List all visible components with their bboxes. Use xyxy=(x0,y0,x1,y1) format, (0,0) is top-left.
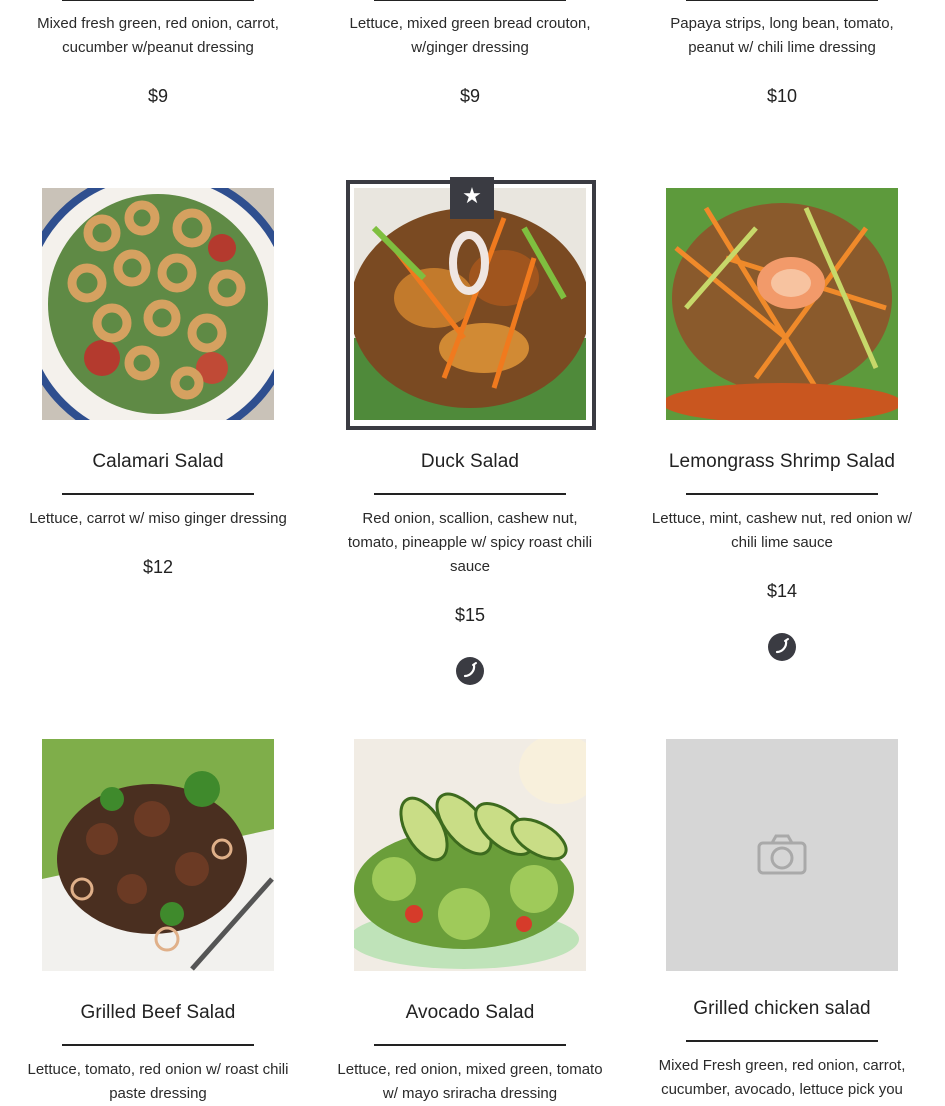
item-name: Calamari Salad xyxy=(92,451,224,472)
item-name: Grilled Beef Salad xyxy=(80,1002,236,1023)
lemongrass-shrimp-salad-photo[interactable] xyxy=(666,188,898,420)
item-price: $12 xyxy=(142,557,174,577)
menu-item-grilled-beef[interactable]: Grilled Beef Salad xyxy=(2,1002,314,1024)
item-details: Lettuce, red onion, mixed green, tomato … xyxy=(314,1058,626,1106)
chili-pepper-icon xyxy=(456,657,484,685)
top-divider-1 xyxy=(62,0,254,1)
item-description: Lettuce, carrot w/ miso ginger dressing xyxy=(29,510,287,527)
item-price: $14 xyxy=(766,581,798,601)
item-description: Red onion, scallion, cashew nut, tomato,… xyxy=(347,510,593,575)
item-description: Lettuce, tomato, red onion w/ roast chil… xyxy=(27,1061,289,1102)
menu-item-avocado[interactable]: Avocado Salad xyxy=(314,1002,626,1024)
item-name: Duck Salad xyxy=(420,451,520,472)
camera-placeholder-icon[interactable] xyxy=(666,739,898,971)
calamari-salad-photo[interactable] xyxy=(42,188,274,420)
item-divider xyxy=(62,1044,254,1046)
menu-item-calamari[interactable]: Calamari Salad xyxy=(2,451,314,473)
duck-salad-photo[interactable] xyxy=(354,188,586,420)
item-name: Avocado Salad xyxy=(405,1002,535,1023)
item-description: Mixed fresh green, red onion, carrot, cu… xyxy=(37,15,279,56)
item-divider xyxy=(686,493,878,495)
item-description: Lettuce, mixed green bread crouton, w/gi… xyxy=(349,15,591,56)
menu-item-duck[interactable]: Duck Salad xyxy=(314,451,626,473)
item-details: Lettuce, tomato, red onion w/ roast chil… xyxy=(2,1058,314,1106)
item-name: Grilled chicken salad xyxy=(693,998,871,1019)
item-price: $10 xyxy=(766,86,798,106)
item-description: Lettuce, mint, cashew nut, red onion w/ … xyxy=(651,510,913,551)
item-price: $15 xyxy=(454,605,486,625)
chili-pepper-icon xyxy=(768,633,796,661)
item-description: Lettuce, red onion, mixed green, tomato … xyxy=(337,1061,603,1102)
item-description: Mixed Fresh green, red onion, carrot, cu… xyxy=(658,1057,906,1098)
menu-item-top-1[interactable]: Mixed fresh green, red onion, carrot, cu… xyxy=(2,12,314,107)
menu-item-top-2[interactable]: Lettuce, mixed green bread crouton, w/gi… xyxy=(314,12,626,107)
grilled-beef-salad-photo[interactable] xyxy=(42,739,274,971)
item-divider xyxy=(62,493,254,495)
menu-item-grilled-chicken[interactable]: Grilled chicken salad xyxy=(626,998,938,1020)
top-divider-3 xyxy=(686,0,878,1)
item-price: $9 xyxy=(147,86,169,106)
item-name: Lemongrass Shrimp Salad xyxy=(668,451,896,472)
item-price: $9 xyxy=(459,86,481,106)
item-details: Mixed Fresh green, red onion, carrot, cu… xyxy=(626,1054,938,1102)
item-description: Papaya strips, long bean, tomato, peanut… xyxy=(670,15,894,56)
item-details: Lettuce, carrot w/ miso ginger dressing … xyxy=(2,507,314,578)
top-divider-2 xyxy=(374,0,566,1)
menu-item-lemongrass-shrimp[interactable]: Lemongrass Shrimp Salad xyxy=(626,451,938,473)
item-divider xyxy=(374,1044,566,1046)
item-divider xyxy=(686,1040,878,1042)
item-details: Red onion, scallion, cashew nut, tomato,… xyxy=(314,507,626,626)
avocado-salad-photo[interactable] xyxy=(354,739,586,971)
menu-item-top-3[interactable]: Papaya strips, long bean, tomato, peanut… xyxy=(626,12,938,107)
item-divider xyxy=(374,493,566,495)
item-details: Lettuce, mint, cashew nut, red onion w/ … xyxy=(626,507,938,602)
star-icon: ★ xyxy=(450,177,494,219)
